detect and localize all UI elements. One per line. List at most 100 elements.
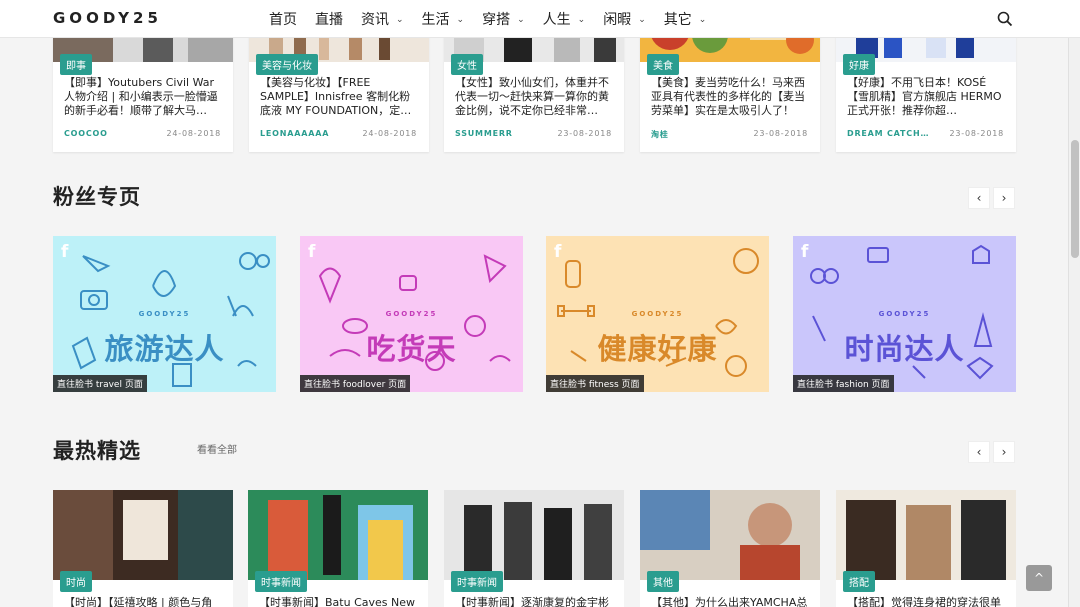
article-title[interactable]: 【其他】为什么出来YAMCHA总 bbox=[651, 594, 816, 607]
fan-tile-fitness[interactable]: f GOODY25 健康好康 直往脸书 fitness 页面 bbox=[546, 236, 769, 392]
tile-brand: GOODY25 bbox=[138, 310, 191, 318]
tile-caption: 直往脸书 fitness 页面 bbox=[546, 375, 644, 392]
tile-brand: GOODY25 bbox=[631, 310, 684, 318]
category-tag[interactable]: 女性 bbox=[451, 54, 483, 75]
article-date: 24-08-2018 bbox=[166, 129, 221, 138]
nav-item-life-story[interactable]: 人生 ⌄ bbox=[534, 0, 595, 38]
chevron-left-icon: ‹ bbox=[976, 445, 982, 459]
facebook-icon: f bbox=[554, 242, 562, 262]
tile-caption: 直往脸书 travel 页面 bbox=[53, 375, 147, 392]
article-author[interactable]: COOCOO bbox=[64, 129, 108, 138]
hot-card[interactable]: 其他 【其他】为什么出来YAMCHA总 bbox=[640, 490, 820, 607]
category-tag[interactable]: 好康 bbox=[843, 54, 875, 75]
nav-label: 生活 bbox=[421, 12, 450, 28]
hot-card[interactable]: 时事新闻 【时事新闻】Batu Caves New bbox=[248, 490, 428, 607]
fan-tile-foodlover[interactable]: f GOODY25 吃货天 直往脸书 foodlover 页面 bbox=[300, 236, 523, 392]
hot-section-title: 最热精选 bbox=[53, 439, 141, 463]
facebook-icon: f bbox=[308, 242, 316, 262]
article-author[interactable]: SSUMMERR bbox=[455, 129, 513, 138]
nav-label: 人生 bbox=[542, 12, 571, 28]
category-tag[interactable]: 时事新闻 bbox=[255, 571, 307, 592]
category-tag[interactable]: 时事新闻 bbox=[451, 571, 503, 592]
fan-tile-fashion[interactable]: f GOODY25 时尚达人 直往脸书 fashion 页面 bbox=[793, 236, 1016, 392]
chevron-down-icon: ⌄ bbox=[577, 15, 586, 25]
tile-brand: GOODY25 bbox=[385, 310, 438, 318]
tile-caption: 直往脸书 fashion 页面 bbox=[793, 375, 894, 392]
article-author[interactable]: 淘桂 bbox=[651, 129, 669, 140]
nav-label: 首页 bbox=[269, 12, 297, 28]
top-navbar: GOODY25 首页 直播 资讯 ⌄ 生活 ⌄ 穿搭 ⌄ 人生 ⌄ 闲暇 ⌄ 其它 ⌄ bbox=[0, 0, 1080, 38]
category-tag[interactable]: 其他 bbox=[647, 571, 679, 592]
fans-section-title: 粉丝专页 bbox=[53, 185, 141, 209]
article-title[interactable]: 【即事】Youtubers Civil War 人物介绍 | 和小编表示一脸懵逼… bbox=[64, 76, 224, 118]
nav-label: 资讯 bbox=[361, 12, 389, 28]
chevron-down-icon: ⌄ bbox=[698, 15, 707, 25]
facebook-icon: f bbox=[61, 242, 69, 262]
chevron-left-icon: ‹ bbox=[976, 191, 982, 205]
hot-card[interactable]: 搭配 【搭配】觉得连身裙的穿法很单 bbox=[836, 490, 1016, 607]
tile-caption: 直往脸书 foodlover 页面 bbox=[300, 375, 411, 392]
tile-headline: 健康好康 bbox=[597, 332, 718, 366]
tile-brand: GOODY25 bbox=[878, 310, 931, 318]
article-title[interactable]: 【女性】致小仙女们，体重并不代表一切～赶快来算一算你的黄金比例，说不定你已经非常… bbox=[455, 76, 615, 118]
see-all-link[interactable]: 看看全部 bbox=[197, 441, 237, 456]
nav-item-outfit[interactable]: 穿搭 ⌄ bbox=[473, 0, 534, 38]
nav-item-others[interactable]: 其它 ⌄ bbox=[655, 0, 716, 38]
nav-item-live[interactable]: 直播 bbox=[306, 0, 352, 38]
article-title[interactable]: 【时尚】【延禧攻略 | 颜色与角 bbox=[64, 594, 229, 607]
hot-next-button[interactable]: › bbox=[993, 441, 1015, 463]
article-title[interactable]: 【好康】不用飞日本！KOSÉ【雪肌精】官方旗舰店 HERMO 正式开张！推荐你超… bbox=[847, 76, 1007, 118]
category-tag[interactable]: 时尚 bbox=[60, 571, 92, 592]
page-scrollbar[interactable] bbox=[1068, 38, 1080, 607]
article-date: 23-08-2018 bbox=[557, 129, 612, 138]
fans-next-button[interactable]: › bbox=[993, 187, 1015, 209]
chevron-down-icon: ⌄ bbox=[517, 15, 525, 25]
fan-tile-travel[interactable]: f GOODY25 旅游达人 直往脸书 travel 页面 bbox=[53, 236, 276, 392]
main-nav: 首页 直播 资讯 ⌄ 生活 ⌄ 穿搭 ⌄ 人生 ⌄ 闲暇 ⌄ 其它 ⌄ bbox=[260, 0, 715, 38]
article-title[interactable]: 【美容与化妆】【FREE SAMPLE】Innisfree 客制化粉底液 MY … bbox=[260, 76, 420, 118]
article-title[interactable]: 【搭配】觉得连身裙的穿法很单 bbox=[847, 594, 1012, 607]
article-author[interactable]: LEONAAAAAA bbox=[260, 129, 329, 138]
chevron-right-icon: › bbox=[1001, 191, 1007, 205]
chevron-down-icon: ⌄ bbox=[396, 15, 404, 25]
nav-label: 闲暇 bbox=[603, 12, 632, 28]
article-title[interactable]: 【美食】麦当劳吃什么！马来西亚具有代表性的多样化的【麦当劳菜单】实在是太吸引人了… bbox=[651, 76, 811, 118]
article-thumbnail bbox=[53, 490, 233, 580]
nav-item-news[interactable]: 资讯 ⌄ bbox=[352, 0, 413, 38]
article-title[interactable]: 【时事新闻】逐渐康复的金宇彬 bbox=[455, 594, 620, 607]
tile-headline: 吃货天 bbox=[366, 332, 457, 366]
fans-prev-button[interactable]: ‹ bbox=[968, 187, 990, 209]
tile-headline: 旅游达人 bbox=[104, 332, 225, 366]
nav-item-home[interactable]: 首页 bbox=[260, 0, 306, 38]
chevron-down-icon: ⌄ bbox=[456, 15, 465, 25]
hot-card[interactable]: 时尚 【时尚】【延禧攻略 | 颜色与角 bbox=[53, 490, 233, 607]
article-author[interactable]: DREAM CATCH… bbox=[847, 129, 929, 138]
category-tag[interactable]: 美食 bbox=[647, 54, 679, 75]
article-date: 23-08-2018 bbox=[753, 129, 808, 138]
site-logo[interactable]: GOODY25 bbox=[53, 9, 162, 27]
facebook-icon: f bbox=[801, 242, 809, 262]
tile-headline: 时尚达人 bbox=[844, 332, 965, 366]
article-thumbnail bbox=[444, 490, 624, 580]
chevron-right-icon: › bbox=[1001, 445, 1007, 459]
category-tag[interactable]: 美容与化妆 bbox=[256, 54, 318, 75]
article-title[interactable]: 【时事新闻】Batu Caves New bbox=[259, 594, 424, 607]
nav-label: 穿搭 bbox=[482, 12, 511, 28]
back-to-top-button[interactable]: ^ bbox=[1026, 565, 1052, 591]
nav-label: 其它 bbox=[663, 12, 692, 28]
nav-item-leisure[interactable]: 闲暇 ⌄ bbox=[594, 0, 655, 38]
category-tag[interactable]: 搭配 bbox=[843, 571, 875, 592]
article-date: 23-08-2018 bbox=[949, 129, 1004, 138]
hot-card[interactable]: 时事新闻 【时事新闻】逐渐康复的金宇彬 bbox=[444, 490, 624, 607]
nav-label: 直播 bbox=[315, 12, 343, 28]
hot-prev-button[interactable]: ‹ bbox=[968, 441, 990, 463]
chevron-down-icon: ⌄ bbox=[638, 15, 646, 25]
article-thumbnail bbox=[248, 490, 428, 580]
scrollbar-thumb[interactable] bbox=[1071, 140, 1079, 258]
nav-item-life[interactable]: 生活 ⌄ bbox=[413, 0, 474, 38]
arrow-up-icon: ^ bbox=[1033, 571, 1045, 585]
article-thumbnail bbox=[836, 490, 1016, 580]
article-date: 24-08-2018 bbox=[362, 129, 417, 138]
category-tag[interactable]: 即事 bbox=[60, 54, 92, 75]
search-icon[interactable] bbox=[997, 11, 1013, 27]
